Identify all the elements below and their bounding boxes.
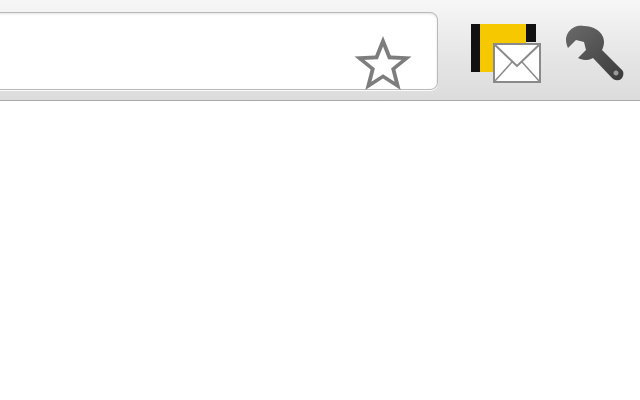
address-input[interactable]	[9, 29, 343, 75]
address-bar[interactable]	[0, 12, 438, 90]
browser-toolbar	[0, 0, 640, 101]
wrench-icon[interactable]	[562, 22, 624, 82]
star-icon[interactable]	[351, 33, 415, 95]
page-content	[0, 101, 640, 400]
mail-extension-icon[interactable]	[470, 24, 542, 86]
